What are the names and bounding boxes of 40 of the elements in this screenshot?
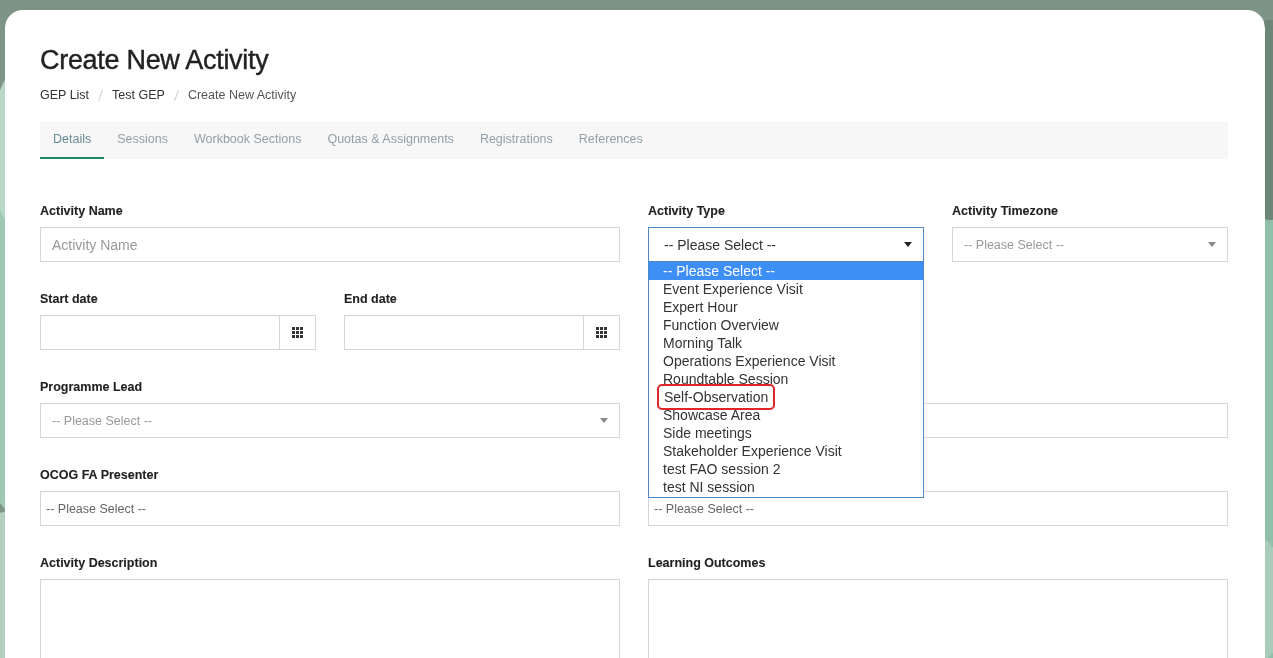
dropdown-field[interactable]: -- Please Select -- bbox=[648, 227, 924, 262]
dropdown-option[interactable]: Operations Experience Visit bbox=[649, 352, 923, 370]
field-label: Programme Lead bbox=[40, 380, 144, 396]
tab[interactable]: Details bbox=[40, 122, 105, 159]
breadcrumb-item[interactable]: Test GEP bbox=[112, 88, 165, 102]
field-label: Learning Outcomes bbox=[648, 556, 767, 572]
dropdown-placeholder: -- Please Select -- bbox=[46, 501, 147, 516]
caret-icon bbox=[600, 418, 608, 423]
dropdown-option[interactable]: Expert Hour bbox=[649, 298, 923, 316]
calendar-button[interactable] bbox=[583, 315, 620, 350]
dropdown-option[interactable]: Morning Talk bbox=[649, 334, 923, 352]
field-label: Start date bbox=[40, 292, 99, 308]
field-label: Activity Timezone bbox=[952, 204, 1060, 220]
calendar-icon bbox=[292, 327, 303, 338]
field-label: Activity Description bbox=[40, 556, 159, 572]
dropdown-placeholder: -- Please Select -- bbox=[654, 501, 755, 516]
field-label: End date bbox=[344, 292, 398, 308]
dropdown-option[interactable]: Self-Observation bbox=[657, 384, 776, 410]
caret-icon bbox=[904, 242, 912, 247]
dropdown-option[interactable]: Stakeholder Experience Visit bbox=[649, 442, 923, 460]
dropdown-field[interactable]: -- Please Select -- bbox=[40, 491, 620, 526]
dropdown-option[interactable]: Function Overview bbox=[649, 316, 923, 334]
date-field[interactable] bbox=[40, 315, 279, 350]
breadcrumb-item[interactable]: GEP List bbox=[40, 88, 90, 102]
dropdown-option[interactable]: Event Experience Visit bbox=[649, 280, 923, 298]
caret-icon bbox=[1208, 242, 1216, 247]
dropdown-placeholder: -- Please Select -- bbox=[52, 413, 153, 428]
input-field[interactable]: Activity Name bbox=[40, 227, 620, 262]
dropdown-value: -- Please Select -- bbox=[663, 236, 777, 253]
calendar-icon bbox=[596, 327, 607, 338]
field-label: OCOG FA Presenter bbox=[40, 468, 160, 484]
field-label: Activity Type bbox=[648, 204, 726, 220]
page-title: Create New Activity bbox=[40, 44, 270, 76]
dropdown-placeholder: -- Please Select -- bbox=[964, 237, 1065, 252]
dropdown-option[interactable]: test FAO session 2 bbox=[649, 460, 923, 478]
dropdown-option[interactable]: Side meetings bbox=[649, 424, 923, 442]
field-label: Activity Name bbox=[40, 204, 124, 220]
date-field[interactable] bbox=[344, 315, 583, 350]
calendar-button[interactable] bbox=[279, 315, 316, 350]
breadcrumb-item: Create New Activity bbox=[187, 88, 297, 102]
